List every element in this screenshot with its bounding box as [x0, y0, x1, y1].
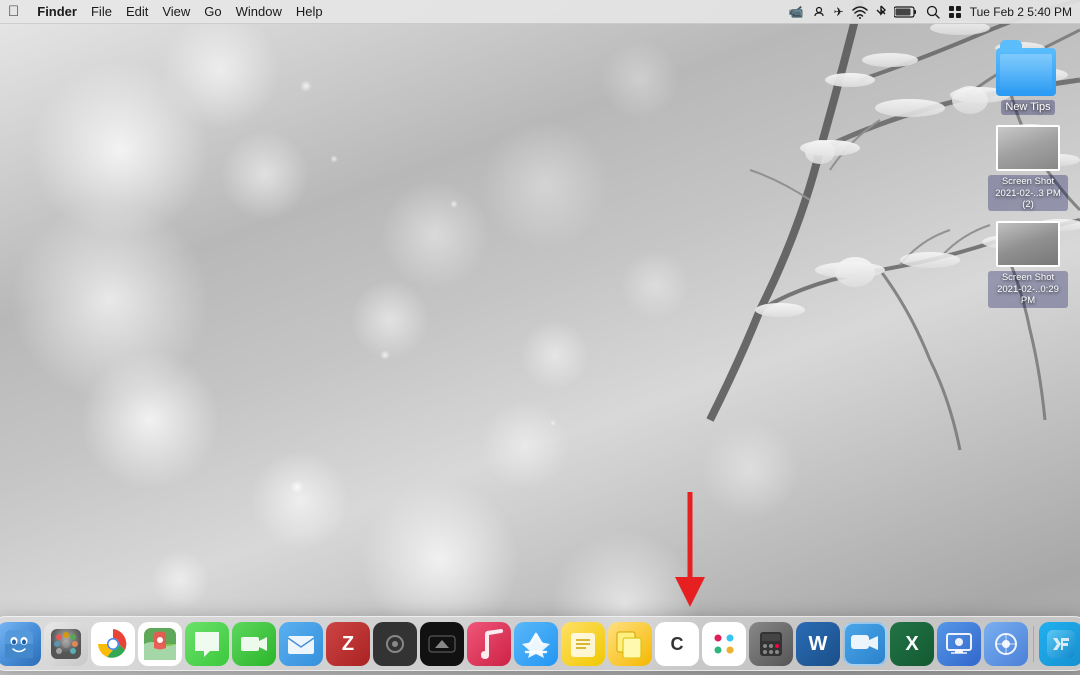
notification-icon[interactable]	[948, 5, 962, 19]
screenshot-1-thumb	[996, 125, 1060, 171]
search-icon[interactable]	[926, 5, 940, 19]
edit-menu[interactable]: Edit	[126, 4, 148, 19]
dock-launchpad[interactable]	[44, 622, 88, 666]
menubar-left:  Finder File Edit View Go Window Help	[8, 3, 323, 20]
view-menu[interactable]: View	[162, 4, 190, 19]
dock-appletv[interactable]	[420, 622, 464, 666]
send-icon[interactable]: ✈	[834, 5, 844, 19]
dock-stickies[interactable]	[608, 622, 652, 666]
datetime-display: Tue Feb 2 5:40 PM	[970, 5, 1072, 19]
dock-maps[interactable]	[138, 622, 182, 666]
menubar-right: 📹 ✈ Tue Feb 2 5:40 PM	[789, 5, 1072, 19]
dock-calculator[interactable]	[749, 622, 793, 666]
dock-excel[interactable]: X	[890, 622, 934, 666]
desktop	[0, 0, 1080, 675]
airdrop-icon[interactable]	[812, 5, 826, 19]
dock-screenium[interactable]	[937, 622, 981, 666]
help-menu[interactable]: Help	[296, 4, 323, 19]
new-tips-folder-icon[interactable]: New Tips	[988, 40, 1068, 115]
dock: Z	[0, 616, 1080, 671]
screenshot-2-icon[interactable]: Screen Shot2021-02-..0:29 PM	[988, 221, 1068, 307]
dock-word[interactable]: W	[796, 622, 840, 666]
finder-menu[interactable]: Finder	[37, 4, 77, 19]
dock-proxyman[interactable]	[984, 622, 1028, 666]
dock-separator	[1033, 626, 1034, 662]
desktop-icons: New Tips Screen Shot2021-02-..3 PM (2) S…	[988, 40, 1068, 308]
wifi-icon[interactable]	[852, 5, 868, 19]
battery-icon[interactable]	[894, 6, 918, 18]
screenshot-1-icon[interactable]: Screen Shot2021-02-..3 PM (2)	[988, 125, 1068, 211]
menubar:  Finder File Edit View Go Window Help 📹…	[0, 0, 1080, 24]
dock-slack[interactable]	[702, 622, 746, 666]
dock-zoom[interactable]	[843, 622, 887, 666]
dock-mail[interactable]	[279, 622, 323, 666]
screenshot-2-label: Screen Shot2021-02-..0:29 PM	[988, 271, 1068, 307]
file-menu[interactable]: File	[91, 4, 112, 19]
apple-menu[interactable]: 	[8, 3, 19, 20]
red-arrow	[670, 492, 710, 617]
new-tips-label: New Tips	[1001, 100, 1054, 115]
dock-messages[interactable]	[185, 622, 229, 666]
window-menu[interactable]: Window	[236, 4, 282, 19]
dock-xcode[interactable]	[1039, 622, 1080, 666]
dock-facetime[interactable]	[232, 622, 276, 666]
dock-multitouch[interactable]	[373, 622, 417, 666]
dock-chrome[interactable]	[91, 622, 135, 666]
dock-appstore[interactable]	[514, 622, 558, 666]
dock-notes[interactable]	[561, 622, 605, 666]
screenshot-1-label: Screen Shot2021-02-..3 PM (2)	[988, 175, 1068, 211]
dock-craftdocs[interactable]: C	[655, 622, 699, 666]
dock-music[interactable]	[467, 622, 511, 666]
meet-icon[interactable]: 📹	[789, 5, 804, 19]
go-menu[interactable]: Go	[204, 4, 221, 19]
dock-finder[interactable]	[0, 622, 41, 666]
screenshot-2-thumb	[996, 221, 1060, 267]
dock-zotero[interactable]: Z	[326, 622, 370, 666]
bluetooth-icon[interactable]	[876, 5, 886, 19]
dock-container: Z	[0, 616, 1080, 675]
